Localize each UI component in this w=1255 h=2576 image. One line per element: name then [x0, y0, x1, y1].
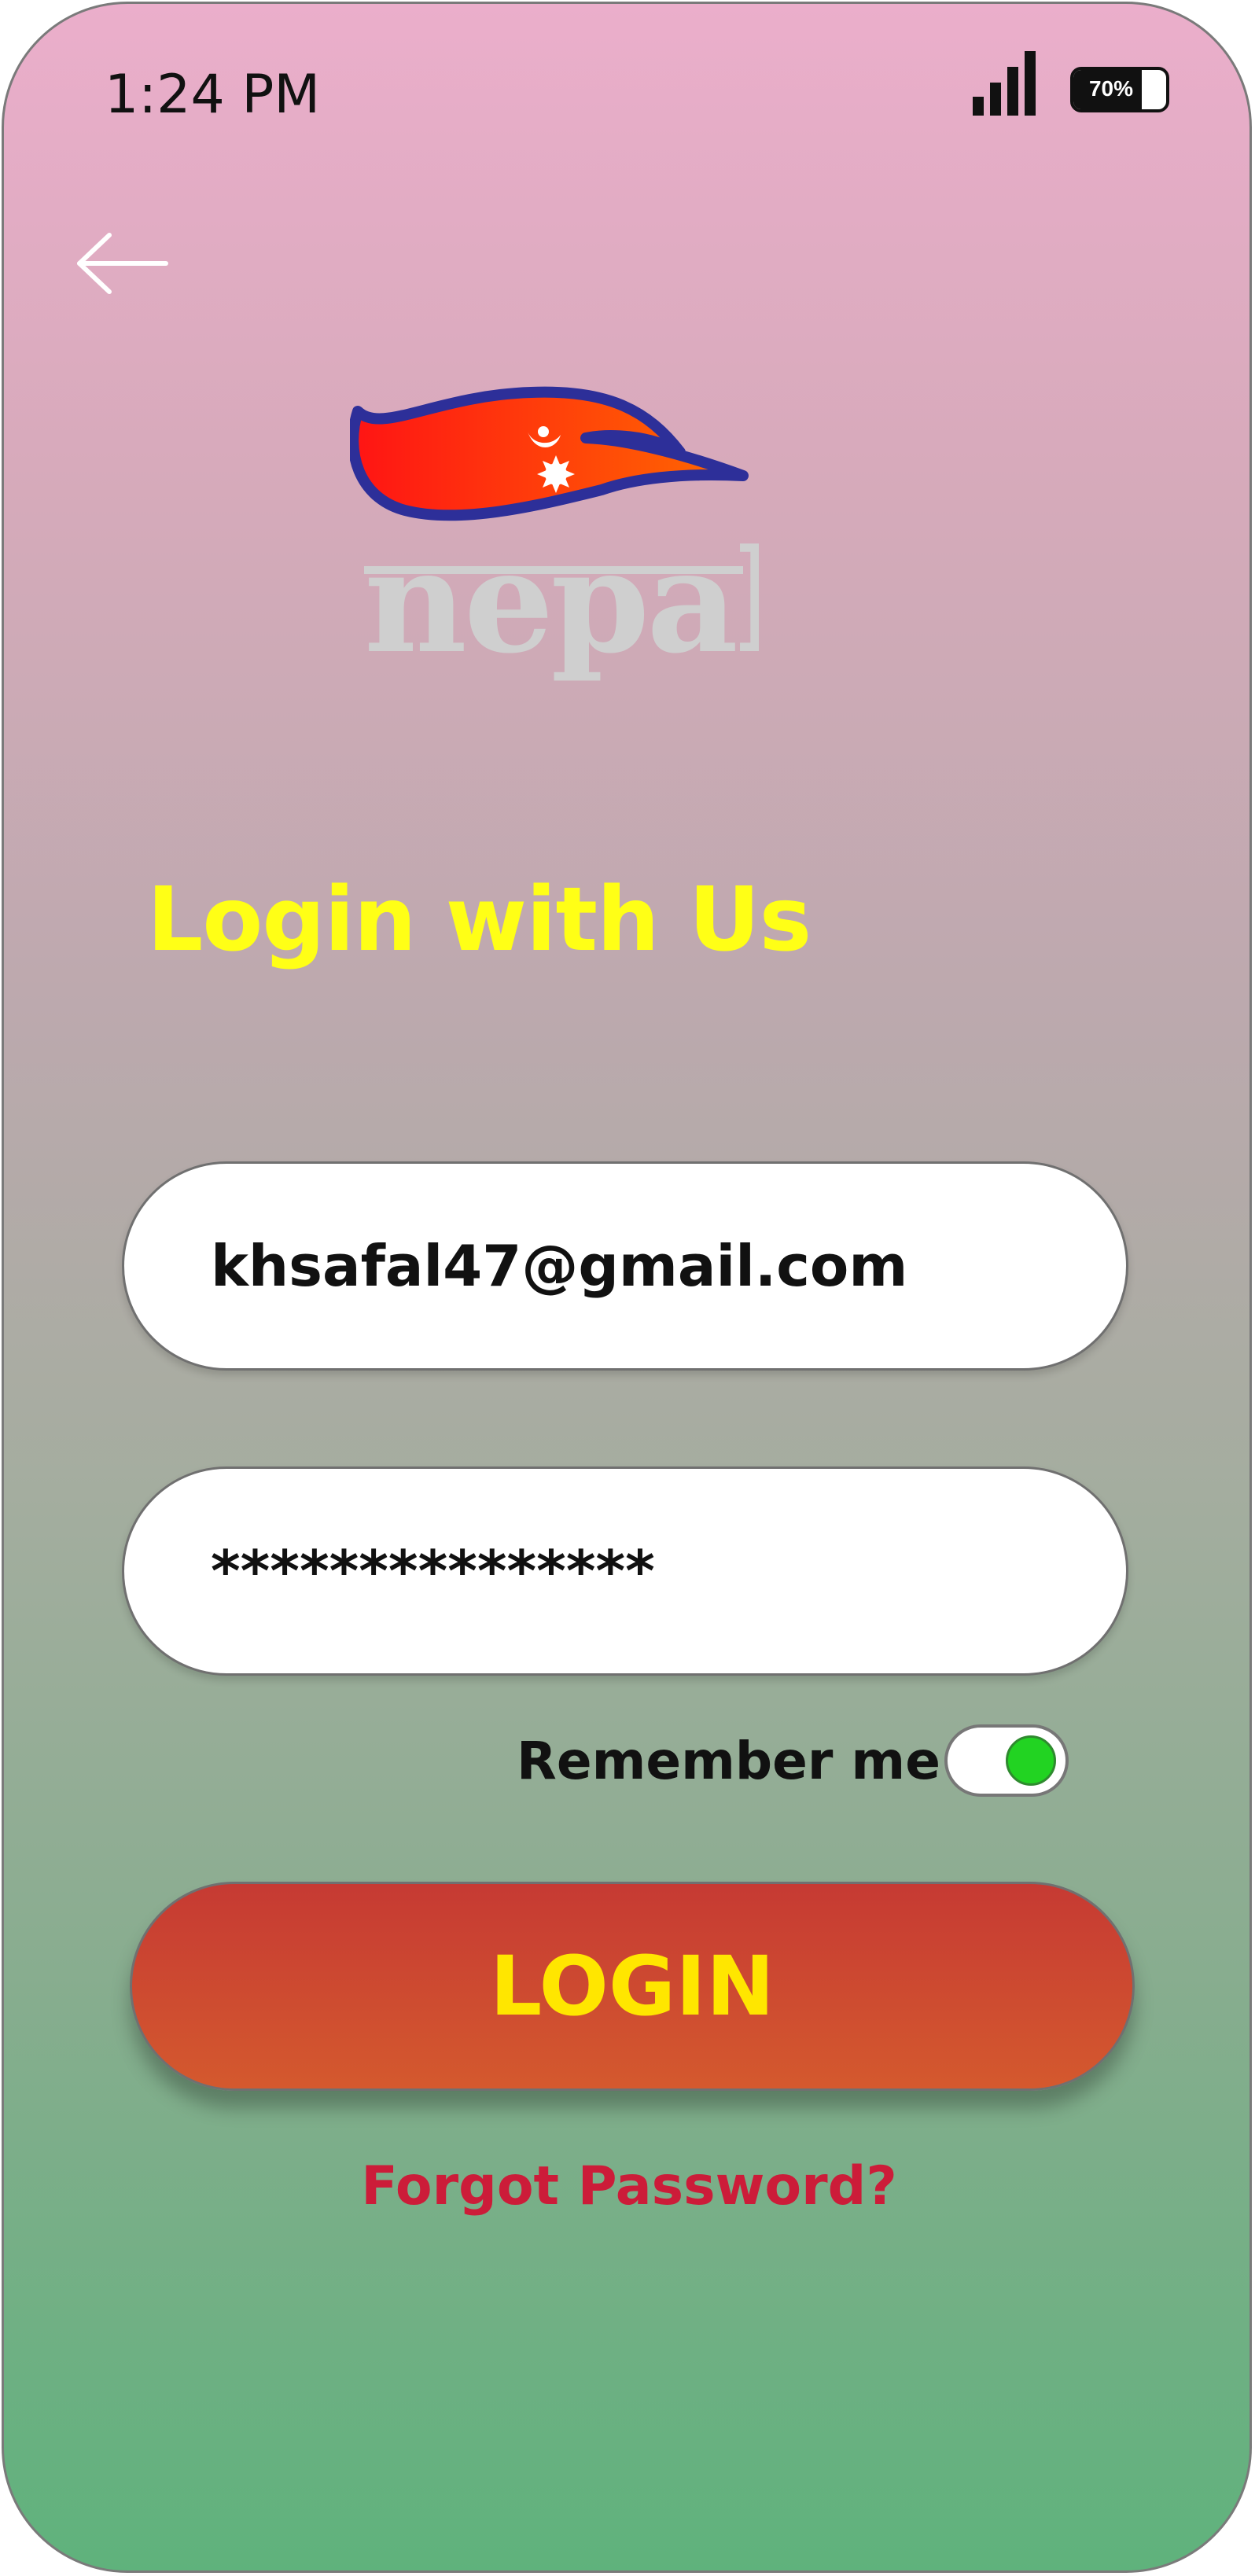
- remember-me-toggle[interactable]: [944, 1724, 1069, 1797]
- page-title: Login with Us: [147, 869, 812, 971]
- toggle-knob: [1006, 1735, 1056, 1786]
- password-input[interactable]: [211, 1469, 1044, 1673]
- phone-frame: 1:24 PM 70% nepal Login with Us khsafal4…: [2, 2, 1252, 2573]
- status-time: 1:24 PM: [105, 64, 320, 126]
- battery-icon: 70%: [1070, 67, 1169, 112]
- nepal-logo: nepal: [350, 386, 759, 685]
- email-field[interactable]: [122, 1161, 1128, 1371]
- battery-level: 70%: [1088, 76, 1134, 101]
- signal-icon: [973, 51, 1036, 116]
- forgot-password-link[interactable]: Forgot Password?: [4, 2155, 1249, 2217]
- email-input[interactable]: [211, 1164, 1044, 1368]
- remember-me-label: Remember me: [517, 1731, 940, 1791]
- logo-text: nepal: [364, 519, 759, 685]
- arrow-left-icon[interactable]: [75, 232, 169, 295]
- password-field[interactable]: [122, 1466, 1128, 1676]
- login-button[interactable]: LOGIN: [130, 1882, 1135, 2091]
- flag-icon: [350, 386, 749, 521]
